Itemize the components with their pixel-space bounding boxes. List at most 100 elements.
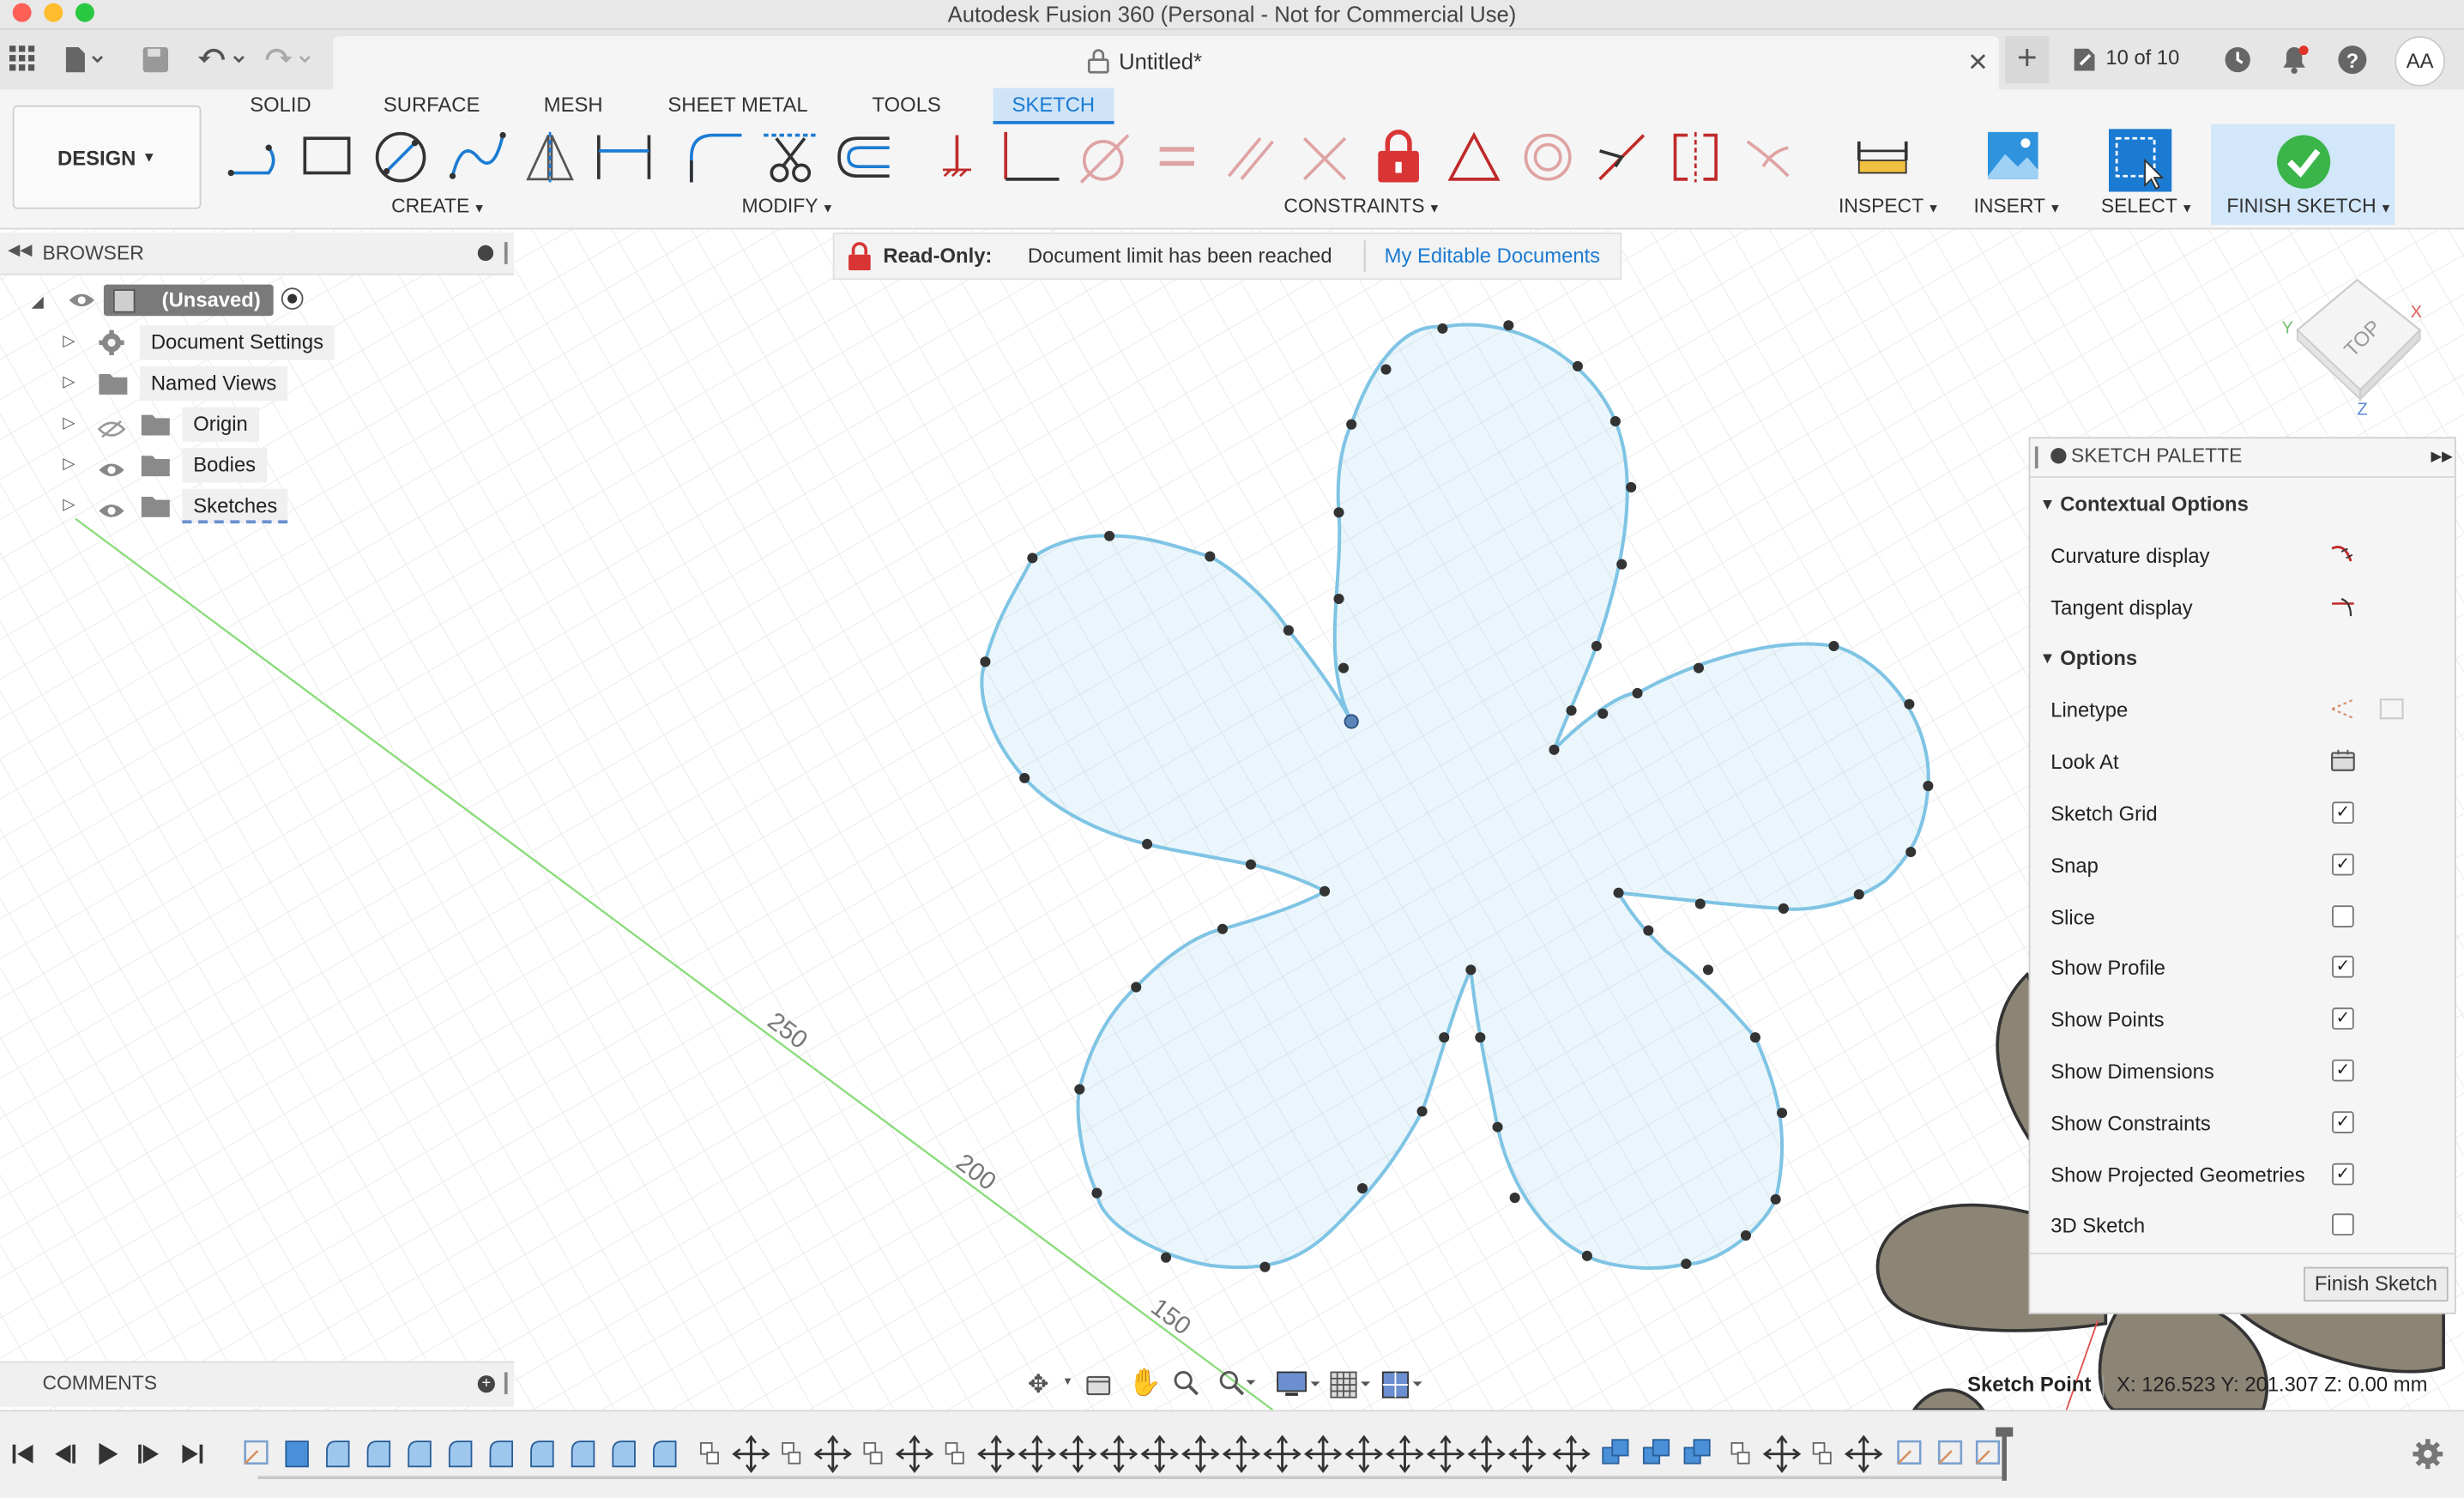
sketch-point[interactable]: [1616, 559, 1628, 570]
combine-feature-icon[interactable]: [1602, 1439, 1629, 1465]
move-feature-icon[interactable]: [1552, 1435, 1591, 1473]
expand-bodies-icon[interactable]: ▷: [63, 456, 75, 473]
activate-radio-icon[interactable]: [281, 287, 304, 310]
fillet-feature-icon[interactable]: [653, 1441, 677, 1468]
finish-sketch-panel[interactable]: FINISH SKETCH ▼: [2211, 124, 2395, 225]
sketch-point[interactable]: [1142, 838, 1153, 849]
combine-feature-icon[interactable]: [1683, 1439, 1711, 1465]
close-tab-icon[interactable]: ✕: [1967, 47, 1989, 79]
go-to-end-icon[interactable]: [179, 1441, 204, 1474]
sketch-point[interactable]: [1492, 1121, 1503, 1133]
sketch-point[interactable]: [1465, 964, 1477, 976]
sketch-point[interactable]: [1923, 781, 1934, 792]
sketch-point[interactable]: [1693, 662, 1705, 673]
move-feature-icon[interactable]: [1059, 1435, 1097, 1473]
sketch-point[interactable]: [1572, 360, 1583, 371]
visibility-eye-icon[interactable]: [98, 500, 126, 529]
move-feature-icon[interactable]: [976, 1435, 1016, 1473]
sketch-point[interactable]: [1319, 885, 1331, 897]
sketch-point[interactable]: [1104, 530, 1115, 541]
browser-item-sketches[interactable]: Sketches: [182, 488, 289, 524]
app-grid-icon[interactable]: [9, 45, 35, 78]
sketch-point[interactable]: [980, 656, 991, 667]
move-feature-icon[interactable]: [1018, 1435, 1057, 1473]
sketch-point[interactable]: [1776, 1108, 1788, 1119]
collapse-options-icon[interactable]: ▼: [2039, 650, 2055, 667]
fillet-feature-icon[interactable]: [489, 1441, 514, 1468]
triangle-constraint-icon[interactable]: [1446, 129, 1502, 193]
move-feature-icon[interactable]: [732, 1435, 770, 1473]
slice-checkbox[interactable]: [2332, 905, 2354, 927]
create-menu[interactable]: CREATE ▼: [391, 195, 486, 217]
help-icon[interactable]: ?: [2337, 44, 2369, 83]
sketch-point[interactable]: [1694, 898, 1706, 909]
show-profile-checkbox[interactable]: ✓: [2332, 955, 2354, 978]
move-feature-icon[interactable]: [1263, 1435, 1301, 1473]
offset-tool-icon[interactable]: [833, 129, 896, 193]
my-editable-documents-link[interactable]: My Editable Documents: [1385, 244, 1600, 267]
tangent-constraint-icon[interactable]: [1075, 129, 1132, 193]
sketch-point[interactable]: [1740, 1229, 1751, 1241]
parallel-constraint-icon[interactable]: [1226, 129, 1279, 193]
notifications-icon[interactable]: [2280, 44, 2309, 83]
move-feature-icon[interactable]: [1508, 1435, 1547, 1473]
sketch-feature-icon[interactable]: [1897, 1440, 1922, 1465]
sketch-point[interactable]: [1549, 744, 1560, 755]
browser-resize-handle[interactable]: [504, 242, 508, 264]
expand-palette-icon[interactable]: ▶▶: [2431, 448, 2452, 465]
tab-solid[interactable]: SOLID: [250, 93, 311, 116]
sketch-feature-icon[interactable]: [1975, 1440, 2001, 1465]
look-at-nav-icon[interactable]: [1084, 1372, 1113, 1404]
expand-document-settings-icon[interactable]: ▷: [63, 333, 75, 350]
tab-sketch[interactable]: SKETCH: [993, 88, 1114, 124]
sketch-point[interactable]: [1338, 662, 1350, 673]
dimension-tool-icon[interactable]: [594, 129, 654, 193]
workspace-switcher[interactable]: DESIGN ▼: [12, 105, 202, 209]
show-constraints-checkbox[interactable]: ✓: [2332, 1111, 2354, 1133]
coincident-constraint-icon[interactable]: [999, 129, 1062, 193]
component-feature-icon[interactable]: [782, 1441, 801, 1465]
sketch-point[interactable]: [1613, 887, 1624, 898]
sketch-point[interactable]: [1346, 419, 1357, 430]
options-section[interactable]: Options: [2060, 646, 2137, 669]
hidden-eye-icon[interactable]: [97, 418, 126, 446]
move-feature-icon[interactable]: [1344, 1435, 1384, 1473]
curvature-display-icon[interactable]: [2328, 542, 2357, 575]
save-icon[interactable]: [142, 45, 170, 82]
viewports-icon[interactable]: [1381, 1371, 1428, 1407]
move-feature-icon[interactable]: [1426, 1435, 1465, 1473]
zoom-window-icon[interactable]: [1217, 1369, 1256, 1405]
mirror-tool-icon[interactable]: [522, 129, 578, 193]
tab-sheet-metal[interactable]: SHEET METAL: [667, 93, 807, 116]
lock-constraint-icon[interactable]: [1374, 129, 1424, 193]
move-feature-icon[interactable]: [1181, 1435, 1220, 1473]
sketch-point[interactable]: [1853, 889, 1864, 900]
line-tool-icon[interactable]: [225, 129, 285, 193]
tangent-display-icon[interactable]: [2328, 595, 2357, 627]
symmetry-constraint-icon[interactable]: [1669, 129, 1722, 193]
move-feature-icon[interactable]: [1303, 1435, 1343, 1473]
tab-tools[interactable]: TOOLS: [873, 93, 941, 116]
step-forward-icon[interactable]: [136, 1441, 161, 1474]
measure-icon[interactable]: [1854, 129, 1911, 193]
sketch-point[interactable]: [1437, 323, 1448, 334]
show-dimensions-checkbox[interactable]: ✓: [2332, 1059, 2354, 1082]
expand-sketches-icon[interactable]: ▷: [63, 497, 75, 514]
visibility-eye-icon[interactable]: [68, 289, 96, 317]
sketch-point[interactable]: [1356, 1183, 1368, 1194]
browser-item-origin[interactable]: Origin: [182, 407, 259, 442]
component-feature-icon[interactable]: [1812, 1441, 1832, 1465]
select-menu[interactable]: SELECT ▼: [2101, 195, 2194, 217]
sketch-point[interactable]: [1091, 1187, 1102, 1199]
step-back-icon[interactable]: [51, 1441, 76, 1474]
palette-resize-handle[interactable]: [2034, 446, 2038, 468]
fillet-feature-icon[interactable]: [530, 1441, 554, 1468]
sketch-point[interactable]: [1475, 1032, 1486, 1043]
new-tab-button[interactable]: +: [2005, 36, 2050, 84]
move-feature-icon[interactable]: [1386, 1435, 1424, 1473]
fillet-feature-icon[interactable]: [612, 1441, 636, 1468]
sketch-point[interactable]: [1778, 903, 1789, 914]
sketch-point[interactable]: [1702, 964, 1713, 976]
insert-image-icon[interactable]: [1986, 129, 2039, 193]
sketch-point[interactable]: [1259, 1261, 1271, 1272]
